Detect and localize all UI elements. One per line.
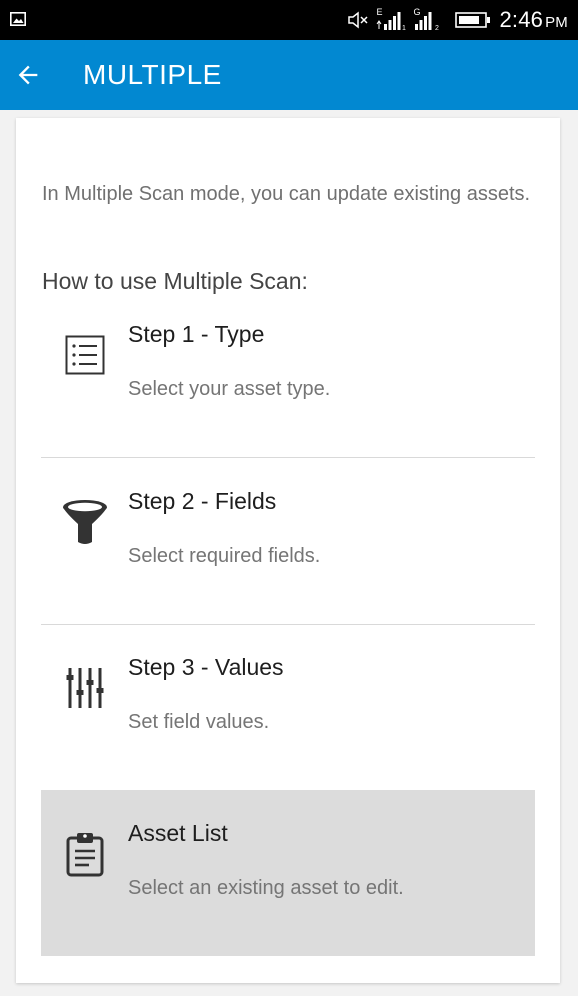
battery-icon (455, 12, 491, 28)
gallery-icon (10, 12, 26, 26)
app-bar: MULTIPLE (0, 40, 578, 110)
signal-sim1-icon: E 1 (376, 7, 406, 31)
svg-text:2: 2 (435, 25, 439, 31)
clock-time: 2:46 (499, 7, 544, 32)
back-button[interactable] (8, 55, 48, 95)
svg-text:1: 1 (402, 25, 406, 31)
step-fields-title: Step 2 - Fields (128, 488, 277, 514)
step-type-description: Select your asset type. (128, 378, 331, 400)
asset-list-item[interactable]: Asset List Select an existing asset to e… (41, 790, 535, 956)
page-title: MULTIPLE (83, 59, 222, 90)
asset-list-title: Asset List (128, 820, 228, 846)
step-values-title: Step 3 - Values (128, 654, 284, 680)
step-fields-item[interactable]: Step 2 - Fields Select required fields. (41, 458, 535, 625)
content-area: In Multiple Scan mode, you can update ex… (0, 110, 578, 996)
step-values-item[interactable]: Step 3 - Values Set field values. (41, 624, 535, 790)
asset-list-description: Select an existing asset to edit. (128, 877, 404, 899)
step-type-item[interactable]: Step 1 - Type Select your asset type. (41, 291, 535, 458)
clock: 2:46 PM (499, 7, 568, 33)
arrow-back-icon (18, 65, 38, 85)
status-bar: E 1 G 2 2:46 PM (0, 0, 578, 40)
step-type-title: Step 1 - Type (128, 321, 265, 347)
clock-meridiem: PM (545, 14, 568, 31)
step-values-description: Set field values. (128, 711, 270, 733)
signal-sim2-icon: G 2 (413, 7, 443, 31)
intro-text: In Multiple Scan mode, you can update ex… (42, 183, 531, 205)
multiple-scan-card: In Multiple Scan mode, you can update ex… (16, 118, 560, 983)
step-fields-description: Select required fields. (128, 545, 321, 567)
sliders-icon (61, 664, 109, 712)
list-icon (61, 331, 109, 379)
filter-funnel-icon (61, 498, 109, 546)
clipboard-icon (61, 830, 109, 878)
mute-icon (348, 11, 368, 29)
